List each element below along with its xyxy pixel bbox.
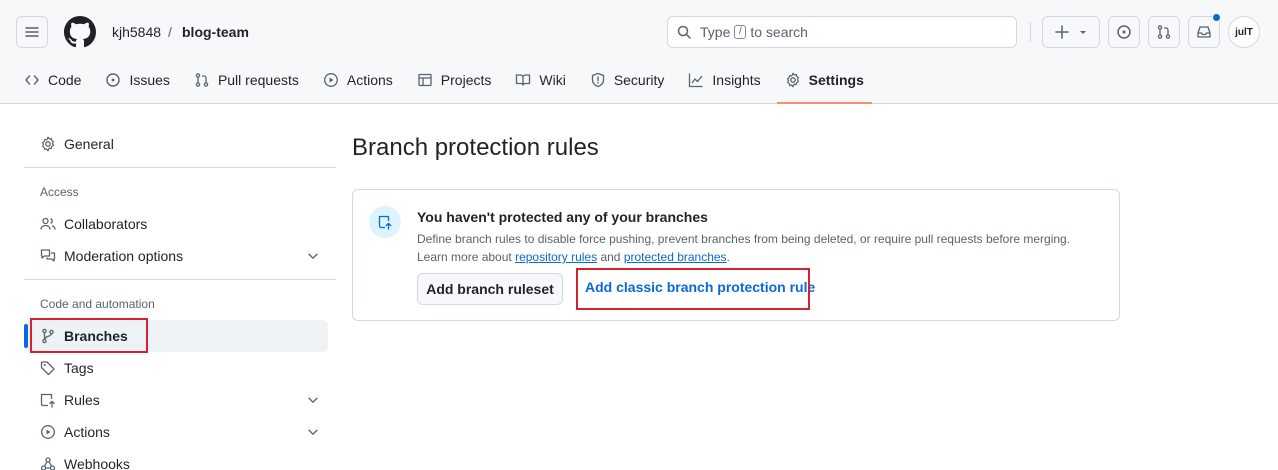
- tab-projects[interactable]: Projects: [409, 64, 500, 96]
- notification-indicator: [1212, 13, 1221, 22]
- menu-button[interactable]: [16, 16, 48, 48]
- sidebar-item-tags[interactable]: Tags: [24, 352, 328, 384]
- your-issues-button[interactable]: [1108, 16, 1140, 48]
- add-branch-ruleset-button[interactable]: Add branch ruleset: [417, 273, 563, 305]
- repository-rules-link[interactable]: repository rules: [515, 250, 597, 264]
- tab-label: Issues: [129, 72, 170, 88]
- header-divider: [1030, 22, 1031, 42]
- comment-discussion-icon: [40, 249, 56, 262]
- create-new-button[interactable]: [1042, 16, 1100, 48]
- table-icon: [418, 73, 432, 87]
- github-logo-icon[interactable]: [64, 16, 96, 48]
- sidebar-item-moderation-options[interactable]: Moderation options: [24, 240, 328, 272]
- tab-security[interactable]: Security: [582, 64, 673, 96]
- sidebar-heading-code-automation: Code and automation: [40, 297, 155, 311]
- repo-nav-tabs: Code Issues Pull requests Actions Projec…: [16, 64, 880, 104]
- chevron-down-icon: [308, 253, 318, 259]
- tab-code[interactable]: Code: [16, 64, 89, 96]
- sidebar-item-label: Tags: [64, 360, 94, 376]
- gear-icon: [42, 136, 54, 152]
- sidebar-divider: [24, 279, 336, 280]
- sidebar-item-rules[interactable]: Rules: [24, 384, 328, 416]
- sidebar-heading-access: Access: [40, 185, 79, 199]
- sidebar-item-actions[interactable]: Actions: [24, 416, 328, 448]
- sidebar-item-collaborators[interactable]: Collaborators: [24, 208, 328, 240]
- search-input[interactable]: Type / to search: [667, 16, 1017, 48]
- sidebar-item-label: Rules: [64, 392, 100, 408]
- highlight-box-classic-rule: [576, 268, 810, 310]
- sidebar-item-label: Webhooks: [64, 456, 130, 470]
- sidebar-item-label: Collaborators: [64, 216, 148, 232]
- tab-insights[interactable]: Insights: [680, 64, 768, 96]
- chevron-down-icon: [308, 429, 318, 435]
- search-shortcut-key: /: [734, 25, 747, 39]
- plus-icon: [1055, 25, 1069, 39]
- play-icon: [323, 73, 338, 87]
- book-icon: [516, 74, 531, 86]
- git-pull-request-icon: [1157, 25, 1171, 39]
- tab-label: Code: [48, 72, 82, 88]
- graph-icon: [689, 73, 703, 88]
- hamburger-icon: [25, 27, 39, 37]
- your-pull-requests-button[interactable]: [1148, 16, 1180, 48]
- code-icon: [25, 75, 39, 85]
- tab-label: Wiki: [539, 72, 566, 88]
- play-icon: [41, 425, 55, 439]
- tab-actions[interactable]: Actions: [315, 64, 401, 96]
- tab-label: Security: [613, 72, 665, 88]
- chevron-down-icon: [308, 397, 318, 403]
- sidebar-divider: [24, 167, 336, 168]
- tab-label: Pull requests: [217, 72, 299, 88]
- settings-sidebar: General Access Collaborators Moderation …: [24, 128, 336, 470]
- tab-issues[interactable]: Issues: [97, 64, 177, 96]
- tab-label: Settings: [808, 72, 864, 88]
- repo-header: kjh5848 / blog-team Type / to search jul…: [0, 0, 1278, 104]
- empty-state-learn-more: Learn more about repository rules and pr…: [417, 248, 1107, 266]
- empty-state-title: You haven't protected any of your branch…: [417, 209, 708, 225]
- tag-icon: [40, 361, 55, 376]
- avatar[interactable]: julT: [1228, 16, 1260, 48]
- empty-state-description: Define branch rules to disable force pus…: [417, 230, 1107, 266]
- search-placeholder-prefix: Type: [700, 24, 731, 40]
- empty-state-desc-line: Define branch rules to disable force pus…: [417, 232, 1071, 246]
- shield-icon: [591, 72, 604, 88]
- learn-more-and: and: [600, 250, 621, 264]
- inbox-icon: [1197, 26, 1211, 38]
- repo-push-icon: [40, 393, 55, 408]
- gear-icon: [786, 72, 799, 88]
- repo-push-icon: [369, 206, 401, 238]
- webhook-icon: [40, 457, 56, 470]
- sidebar-item-general[interactable]: General: [24, 128, 328, 160]
- page-title: Branch protection rules: [352, 134, 599, 161]
- pull-request-icon: [195, 73, 209, 87]
- tab-wiki[interactable]: Wiki: [507, 64, 573, 96]
- sidebar-item-webhooks[interactable]: Webhooks: [24, 448, 328, 470]
- sidebar-item-label: General: [64, 136, 114, 152]
- issue-opened-icon: [1117, 25, 1131, 39]
- people-icon: [40, 217, 56, 230]
- protected-branches-link[interactable]: protected branches: [624, 250, 727, 264]
- sidebar-item-label: Moderation options: [64, 248, 184, 264]
- tab-label: Actions: [346, 72, 393, 88]
- learn-more-prefix: Learn more about: [417, 250, 512, 264]
- breadcrumb-owner[interactable]: kjh5848: [112, 24, 161, 40]
- issue-icon: [106, 73, 121, 87]
- sidebar-item-label: Actions: [64, 424, 110, 440]
- highlight-box-branches: [30, 318, 148, 353]
- breadcrumb-repo[interactable]: blog-team: [182, 24, 249, 40]
- triangle-down-icon: [1080, 31, 1086, 34]
- search-placeholder-suffix: to search: [750, 24, 808, 40]
- learn-more-period: .: [726, 250, 730, 264]
- tab-pull-requests[interactable]: Pull requests: [186, 64, 307, 96]
- search-icon: [677, 25, 691, 39]
- tab-label: Projects: [440, 72, 492, 88]
- breadcrumb-separator: /: [168, 24, 172, 40]
- tab-settings[interactable]: Settings: [776, 64, 873, 104]
- tab-label: Insights: [712, 72, 761, 88]
